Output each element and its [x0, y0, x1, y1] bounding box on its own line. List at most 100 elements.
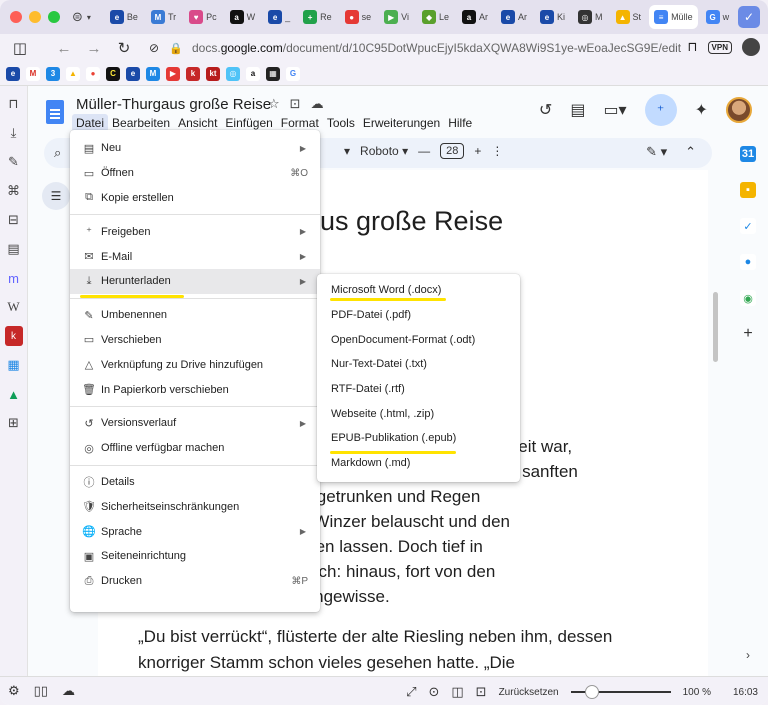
drive-icon[interactable]: ▲ — [5, 384, 23, 404]
menu-erweiterungen[interactable]: Erweiterungen — [359, 114, 444, 132]
browser-tab[interactable]: e Be — [105, 5, 143, 29]
menu-hilfe[interactable]: Hilfe — [444, 114, 476, 132]
browser-tab[interactable]: e Ar — [496, 5, 532, 29]
bookmark-7[interactable]: e — [126, 66, 140, 81]
profile-avatar[interactable] — [742, 38, 760, 56]
bookmark-8[interactable]: M — [146, 66, 160, 81]
tab-menu-button[interactable]: ✓ — [738, 6, 760, 28]
menu-item-print[interactable]: ⎙ Drucken ⌘P — [70, 569, 320, 594]
sidebar-toggle-icon[interactable]: ◫ — [10, 39, 30, 57]
outline-button[interactable]: ☰ — [42, 182, 70, 210]
tasks-icon[interactable]: ✓ — [740, 218, 756, 234]
font-dropdown[interactable]: Roboto ▾ — [360, 144, 408, 158]
menu-item-rename[interactable]: ✎ Umbenennen — [70, 303, 320, 328]
panels-icon[interactable]: ▯▯ — [34, 683, 48, 699]
browser-tab[interactable]: M Tr — [146, 5, 181, 29]
menu-tools[interactable]: Tools — [323, 114, 359, 132]
browser-tab[interactable]: ♥ Pc — [184, 5, 222, 29]
zoom-slider[interactable] — [570, 685, 671, 699]
browser-tab[interactable]: Gw — [701, 5, 735, 29]
bookmark-c[interactable]: C — [106, 66, 120, 81]
download-option[interactable]: Nur-Text-Datei (.txt) — [317, 352, 520, 377]
menu-item-move[interactable]: ▭ Verschieben — [70, 328, 320, 353]
menu-item-new[interactable]: ▤ Neu ▶ — [70, 136, 320, 161]
expand-panel-icon[interactable]: › — [746, 648, 750, 662]
menu-item-email[interactable]: ✉ E-Mail ▶ — [70, 244, 320, 269]
bookmarks-icon[interactable]: ⊓ — [5, 94, 23, 114]
browser-tab[interactable]: ● se — [340, 5, 377, 29]
docs-logo-icon[interactable] — [46, 100, 64, 124]
bookmark-kt[interactable]: kt — [206, 66, 220, 81]
menu-item-version-history[interactable]: ↺ Versionsverlauf ▶ — [70, 411, 320, 436]
split-view-icon[interactable]: ◫ — [451, 684, 463, 700]
youtube-bookmark[interactable]: ▶ — [166, 66, 180, 81]
tab-groups-icon[interactable]: ⊜ — [72, 9, 83, 25]
maps-bookmark[interactable]: ● — [86, 66, 100, 81]
page-zoom-icon[interactable]: ⊡ — [476, 684, 487, 700]
k-icon[interactable]: k — [4, 326, 23, 346]
maps-panel-icon[interactable]: ◉ — [740, 290, 756, 306]
share-button[interactable]: ⁺ — [644, 94, 677, 126]
download-option[interactable]: OpenDocument-Format (.odt) — [317, 327, 520, 352]
add-on-icon[interactable]: + — [740, 325, 756, 342]
menu-item-open[interactable]: ▭ Öffnen ⌘O — [70, 161, 320, 186]
bookmark-3[interactable]: 3 — [46, 66, 60, 81]
editing-mode-icon[interactable]: ✎ ▾ — [646, 144, 667, 160]
chevron-down-icon[interactable]: ▾ — [87, 13, 91, 22]
calendar-panel-icon[interactable]: 31 — [740, 146, 756, 162]
move-folder-icon[interactable]: ⊡ — [290, 96, 301, 112]
maximize-window-button[interactable] — [48, 11, 60, 23]
zoom-reset-button[interactable]: Zurücksetzen — [499, 687, 559, 698]
scrollbar-thumb[interactable] — [713, 292, 718, 362]
user-avatar[interactable] — [726, 97, 752, 123]
meet-icon[interactable]: ▭▾ — [603, 100, 626, 120]
gmail-bookmark[interactable]: M — [26, 66, 40, 81]
capture-icon[interactable]: ⤢ — [406, 684, 416, 700]
more-options-icon[interactable]: ⋮ — [491, 144, 503, 158]
browser-tab[interactable]: ≡ Mülle — [649, 5, 698, 29]
notes-icon[interactable]: ✎ — [5, 152, 23, 172]
browser-tab[interactable]: ▲ St — [611, 5, 647, 29]
menu-item-security[interactable]: 🛡 Sicherheitseinschränkungen — [70, 494, 320, 519]
url-field[interactable]: docs.google.com/document/d/10C95DotWpucE… — [192, 41, 681, 55]
screenshot-icon[interactable]: ⊙ — [428, 684, 439, 700]
collapse-toolbar-icon[interactable]: ⌃ — [685, 144, 696, 160]
bookmark-12[interactable]: ◎ — [226, 66, 240, 81]
bookmark-14[interactable]: ▦ — [266, 66, 280, 81]
mastodon-icon[interactable]: m — [5, 268, 23, 288]
browser-tab[interactable]: ▶ Vi — [379, 5, 414, 29]
amazon-bookmark[interactable]: a — [246, 66, 260, 81]
menu-item-share[interactable]: ⁺ Freigeben ▶ — [70, 219, 320, 244]
browser-tab[interactable]: ◆ Le — [417, 5, 454, 29]
wikipedia-icon[interactable]: W — [5, 297, 23, 317]
font-size-decrease-button[interactable]: — — [418, 144, 430, 158]
site-settings-icon[interactable]: ⊘ — [144, 41, 164, 55]
menu-item-page-setup[interactable]: ▣ Seiteneinrichtung — [70, 544, 320, 569]
search-menus-icon[interactable]: ⌕ — [54, 145, 61, 161]
browser-tab[interactable]: aW — [225, 5, 261, 29]
browser-tab[interactable]: e Ki — [535, 5, 570, 29]
zoom-slider-knob[interactable] — [584, 685, 599, 699]
google-bookmark[interactable]: G — [286, 66, 300, 81]
menu-item-language[interactable]: 🌐 Sprache ▶ — [70, 519, 320, 544]
translate-icon[interactable]: ⌘ — [5, 181, 23, 201]
contacts-icon[interactable]: ● — [740, 254, 756, 270]
calendar-icon[interactable]: ▦ — [5, 355, 23, 375]
archive-icon[interactable]: ⊟ — [5, 210, 23, 230]
keep-icon[interactable]: ▪ — [740, 182, 756, 198]
add-panel-icon[interactable]: ⊞ — [5, 413, 23, 433]
cloud-status-icon[interactable]: ☁ — [311, 96, 324, 112]
settings-icon[interactable]: ⚙ — [8, 683, 20, 699]
menu-item-details[interactable]: ⓘ Details — [70, 470, 320, 495]
browser-tab[interactable]: + Re — [298, 5, 337, 29]
downloads-icon[interactable]: ⤓ — [5, 123, 23, 143]
menu-item-copy[interactable]: ⧉ Kopie erstellen — [70, 186, 320, 211]
reload-icon[interactable]: ↻ — [114, 39, 134, 57]
document-title[interactable]: Müller-Thurgaus große Reise — [76, 96, 271, 113]
gemini-icon[interactable]: ✦ — [695, 100, 708, 120]
reading-list-icon[interactable]: ▤ — [5, 239, 23, 259]
menu-item-trash[interactable]: 🗑 In Papierkorb verschieben — [70, 377, 320, 402]
download-option[interactable]: Webseite (.html, .zip) — [317, 401, 520, 426]
font-size-input[interactable]: 28 — [440, 143, 465, 159]
style-dropdown-icon[interactable]: ▾ — [344, 144, 350, 158]
